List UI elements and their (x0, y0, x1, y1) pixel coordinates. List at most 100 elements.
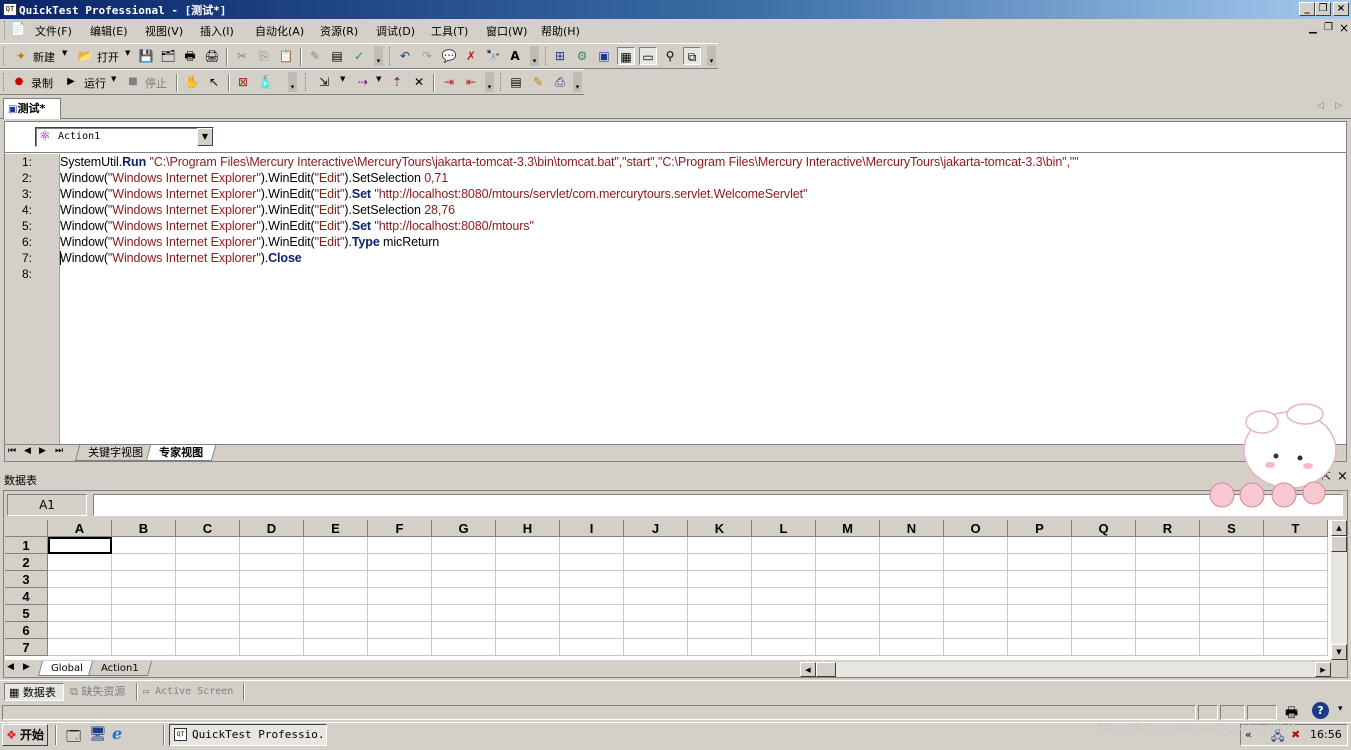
new-button[interactable]: 新建 (33, 49, 55, 65)
column-header[interactable]: T (1264, 520, 1328, 537)
prev-tab-icon[interactable]: ◀ (24, 446, 31, 456)
edit-icon[interactable]: ✎ (306, 47, 324, 65)
grid-cell[interactable] (240, 639, 304, 656)
tab-scroll-right-icon[interactable]: ▷ (1335, 101, 1342, 111)
grid-cell[interactable] (176, 554, 240, 571)
menu-edit[interactable]: 编辑(E) (90, 23, 128, 39)
toolbar-overflow-icon[interactable]: ▾ (288, 72, 297, 92)
code-line[interactable]: Window("Windows Internet Explorer").Clos… (60, 251, 302, 265)
menu-help[interactable]: 帮助(H) (541, 23, 580, 39)
grid-cell[interactable] (1264, 639, 1328, 656)
checkpoint-icon[interactable]: ⊠ (234, 73, 252, 91)
grid-corner[interactable] (5, 520, 48, 537)
grid-cell[interactable] (688, 588, 752, 605)
formula-bar[interactable] (93, 494, 1343, 516)
grid-cell[interactable] (1200, 588, 1264, 605)
grid-cell[interactable] (1136, 588, 1200, 605)
internet-explorer-icon[interactable]: e (112, 724, 122, 743)
grid-cell[interactable] (304, 622, 368, 639)
row-header[interactable]: 5 (5, 605, 48, 622)
row-header[interactable]: 4 (5, 588, 48, 605)
column-header[interactable]: H (496, 520, 560, 537)
grid-cell[interactable] (48, 554, 112, 571)
grid-cell[interactable] (560, 639, 624, 656)
grid-cell[interactable] (496, 571, 560, 588)
cell-reference-box[interactable]: A1 (7, 494, 87, 516)
grid-cell[interactable] (752, 554, 816, 571)
step-over-icon[interactable]: ⇢ (354, 73, 372, 91)
grid-cell[interactable] (1008, 588, 1072, 605)
show-desktop-icon[interactable]: 🗔 (66, 726, 81, 750)
sheet-tab-action1[interactable]: Action1 (87, 661, 152, 676)
code-line[interactable]: Window("Windows Internet Explorer").WinE… (60, 171, 448, 185)
grid-cell[interactable] (688, 571, 752, 588)
grid-cell[interactable] (1200, 554, 1264, 571)
mdi-minimize-button[interactable]: ▁ (1309, 23, 1317, 34)
cut-icon[interactable]: ✂ (233, 47, 251, 65)
grid-cell[interactable] (1008, 639, 1072, 656)
scroll-down-icon[interactable]: ▼ (1331, 644, 1347, 660)
tab-datatable[interactable]: ▦ 数据表 (4, 683, 64, 701)
grid-cell[interactable] (240, 588, 304, 605)
tab-expert-view[interactable]: 专家视图 (145, 445, 217, 461)
grid-cell[interactable] (176, 571, 240, 588)
grid-cell[interactable] (368, 554, 432, 571)
column-header[interactable]: P (1008, 520, 1072, 537)
grid-cell[interactable] (560, 537, 624, 554)
grid-cell[interactable] (752, 605, 816, 622)
grid-cell[interactable] (112, 537, 176, 554)
grid-cell[interactable] (432, 571, 496, 588)
scroll-thumb[interactable] (1331, 536, 1347, 552)
grid-cell[interactable] (624, 571, 688, 588)
find-icon[interactable]: 🔭 (484, 47, 502, 65)
grid-cell[interactable] (944, 571, 1008, 588)
test-settings-icon[interactable]: ▤ (507, 73, 525, 91)
grid-cell[interactable] (880, 605, 944, 622)
print-preview-icon[interactable]: 🖶 (181, 47, 199, 65)
save-all-icon[interactable]: 🗂 (159, 47, 177, 65)
column-header[interactable]: Q (1072, 520, 1136, 537)
grid-cell[interactable] (688, 554, 752, 571)
grid-cell[interactable] (1136, 639, 1200, 656)
grid-cell[interactable] (240, 571, 304, 588)
grid-cell[interactable] (1136, 537, 1200, 554)
grid-cell[interactable] (304, 605, 368, 622)
grid-cell[interactable] (1072, 537, 1136, 554)
minimize-button[interactable]: _ (1299, 2, 1315, 16)
row-header[interactable]: 7 (5, 639, 48, 656)
column-header[interactable]: O (944, 520, 1008, 537)
grid-cell[interactable] (944, 588, 1008, 605)
grid-cell[interactable] (240, 554, 304, 571)
results-icon[interactable]: ⎙ (551, 73, 569, 91)
action-selector[interactable]: ⚛ Action1 ▼ (35, 127, 214, 147)
help-icon[interactable]: ? (1312, 702, 1329, 719)
save-icon[interactable]: 💾 (137, 47, 155, 65)
scroll-up-icon[interactable]: ▲ (1331, 520, 1347, 536)
grid-cell[interactable] (944, 622, 1008, 639)
grid-cell[interactable] (1008, 537, 1072, 554)
column-header[interactable]: R (1136, 520, 1200, 537)
chevron-down-icon[interactable]: ▼ (197, 128, 213, 146)
grid-cell[interactable] (1008, 554, 1072, 571)
grid-cell[interactable] (1264, 622, 1328, 639)
grid-cell[interactable] (1072, 588, 1136, 605)
grid-cell[interactable] (176, 622, 240, 639)
grid-cell[interactable] (1200, 537, 1264, 554)
paste-icon[interactable]: 📋 (277, 47, 295, 65)
grid-cell[interactable] (880, 622, 944, 639)
grid-cell[interactable] (304, 554, 368, 571)
grid-cell[interactable] (1200, 639, 1264, 656)
low-level-recording-icon[interactable]: ↖ (205, 73, 223, 91)
code-line[interactable]: Window("Windows Internet Explorer").WinE… (60, 203, 455, 217)
close-button[interactable]: × (1333, 2, 1349, 16)
grid-cell[interactable] (944, 554, 1008, 571)
grid-cell[interactable] (1008, 622, 1072, 639)
code-line[interactable]: Window("Windows Internet Explorer").WinE… (60, 235, 439, 249)
menu-tools[interactable]: 工具(T) (431, 23, 468, 39)
sheet-next-icon[interactable]: ▶ (23, 662, 30, 672)
scroll-left-icon[interactable]: ◀ (800, 662, 816, 677)
tab-missing-resources[interactable]: ⧉ 缺失资源 (66, 683, 125, 701)
grid-cell[interactable] (560, 588, 624, 605)
grid-cell[interactable] (1200, 605, 1264, 622)
grid-cell[interactable] (496, 605, 560, 622)
